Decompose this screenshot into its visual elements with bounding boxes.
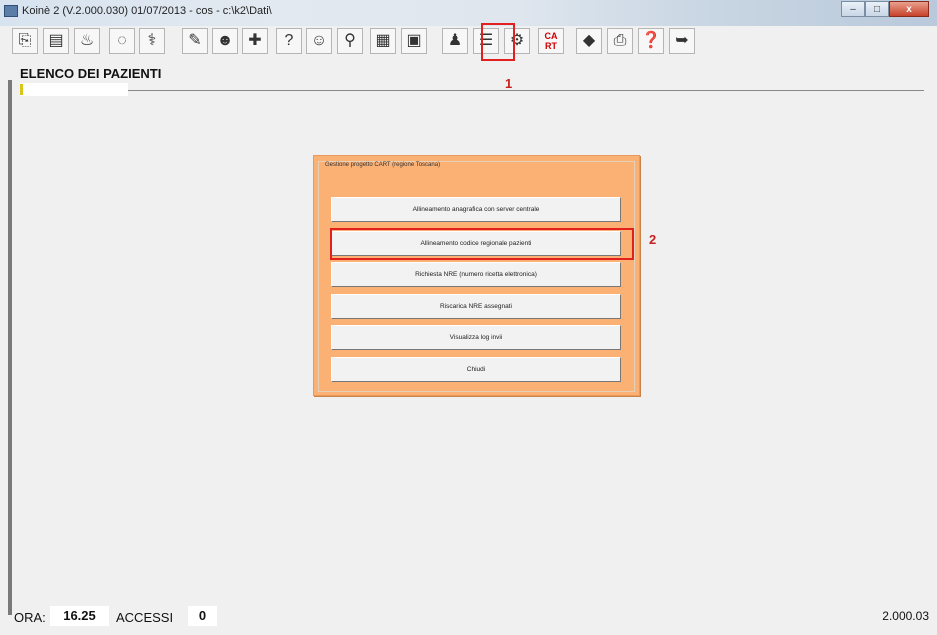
question-icon[interactable]: ? [276,28,302,54]
exit-icon[interactable]: ➥ [669,28,695,54]
time-label: ORA: [14,610,46,625]
syringe-icon[interactable]: ✚ [242,28,268,54]
document-icon[interactable]: ✎ [182,28,208,54]
open-icon[interactable]: ⎘ [12,28,38,54]
input-cursor [20,84,23,95]
sync-registry-button[interactable]: Allineamento anagrafica con server centr… [331,197,621,222]
calculator-icon[interactable]: ▣ [401,28,427,54]
cart-dialog: Gestione progetto CART (regione Toscana)… [313,155,640,396]
divider [128,90,924,91]
accessi-value: 0 [188,606,217,626]
highlight-box-1 [481,23,515,61]
request-nre-button[interactable]: Richiesta NRE (numero ricetta elettronic… [331,262,621,287]
minimize-button[interactable]: – [841,1,865,17]
grid-icon[interactable]: ▦ [370,28,396,54]
reload-nre-button[interactable]: Riscarica NRE assegnati [331,294,621,319]
window-controls: – □ x [841,1,929,17]
archive-icon[interactable]: ▤ [43,28,69,54]
time-value: 16.25 [50,606,109,626]
accessi-label: ACCESSI [116,610,174,625]
highlight-box-2 [330,228,634,260]
app-icon [4,5,18,17]
version-label: 2.000.03 [882,609,929,623]
help-icon[interactable]: ❓ [638,28,664,54]
title-bar: Koinè 2 (V.2.000.030) 01/07/2013 - cos -… [0,0,937,26]
person-group-icon[interactable]: ♟ [442,28,468,54]
magnifier-icon[interactable]: ⚲ [337,28,363,54]
close-dialog-button[interactable]: Chiudi [331,357,621,382]
close-button[interactable]: x [889,1,929,17]
maximize-button[interactable]: □ [865,1,889,17]
annotation-marker-2: 2 [649,232,657,247]
search-input[interactable] [20,83,128,96]
eraser-icon[interactable]: ◆ [576,28,602,54]
window-title: Koinè 2 (V.2.000.030) 01/07/2013 - cos -… [22,5,272,17]
basket-icon[interactable]: ♨ [74,28,100,54]
printer-icon[interactable]: ⎙ [607,28,633,54]
group-title: Gestione progetto CART (regione Toscana) [324,162,442,168]
pill-icon[interactable]: ◌ [109,28,135,54]
users-icon[interactable]: ☻ [212,28,238,54]
left-edge-bar [8,80,12,615]
annotation-marker-1: 1 [505,76,513,91]
page-title: ELENCO DEI PAZIENTI [20,66,162,81]
medical-icon[interactable]: ⚕ [139,28,165,54]
people-icon[interactable]: ☺ [306,28,332,54]
view-log-button[interactable]: Visualizza log invii [331,325,621,350]
cart-icon[interactable]: CA RT [538,28,564,54]
